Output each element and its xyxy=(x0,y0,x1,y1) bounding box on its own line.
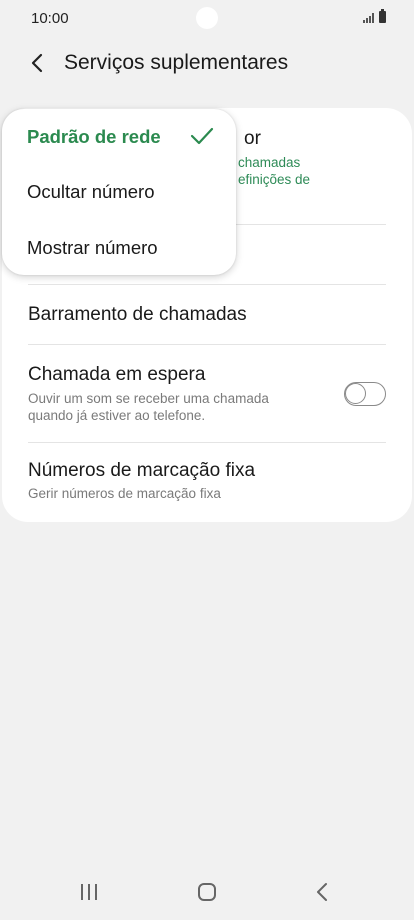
nav-back-icon xyxy=(317,883,327,901)
popup-item-label: Padrão de rede xyxy=(27,126,161,147)
status-icons xyxy=(363,9,386,23)
call-barring-title: Barramento de chamadas xyxy=(28,304,247,325)
call-barring-row[interactable]: Barramento de chamadas xyxy=(28,304,386,326)
popup-item-hide-number[interactable]: Ocultar número xyxy=(27,177,216,207)
check-icon xyxy=(190,127,214,145)
fixed-dialing-title: Números de marcação fixa xyxy=(28,460,256,481)
call-waiting-title: Chamada em espera xyxy=(28,364,206,385)
caller-id-subtitle: chamadas efinições de xyxy=(238,154,378,188)
call-waiting-toggle[interactable] xyxy=(344,382,386,406)
recents-button[interactable] xyxy=(81,884,97,900)
caller-id-subtitle-line-2: efinições de xyxy=(238,172,311,187)
page-title: Serviços suplementares xyxy=(64,51,289,74)
fixed-dialing-row[interactable]: Números de marcação fixa Gerir números d… xyxy=(28,460,386,502)
signal-icon xyxy=(363,13,374,23)
status-time: 10:00 xyxy=(31,10,69,27)
navigation-bar xyxy=(0,864,414,920)
call-waiting-row[interactable]: Chamada em espera Ouvir um som se recebe… xyxy=(28,364,302,424)
camera-cutout xyxy=(196,7,218,29)
divider xyxy=(28,344,386,345)
app-bar: Serviços suplementares xyxy=(0,40,414,88)
popup-item-show-number[interactable]: Mostrar número xyxy=(27,233,216,263)
battery-icon xyxy=(379,9,386,23)
nav-back-button[interactable] xyxy=(316,882,328,907)
status-bar: 10:00 xyxy=(0,0,414,38)
home-button[interactable] xyxy=(198,883,216,901)
chevron-left-icon xyxy=(31,53,43,73)
popup-item-label: Mostrar número xyxy=(27,237,158,258)
popup-item-network-default[interactable]: Padrão de rede xyxy=(27,122,216,152)
caller-id-title: or xyxy=(244,128,261,149)
caller-id-popup-menu: Padrão de rede Ocultar número Mostrar nú… xyxy=(2,109,236,275)
call-waiting-subtitle: Ouvir um som se receber uma chamada quan… xyxy=(28,391,269,423)
toggle-knob xyxy=(345,383,366,404)
popup-item-label: Ocultar número xyxy=(27,181,155,202)
caller-id-subtitle-line-1: chamadas xyxy=(238,155,301,170)
divider xyxy=(28,442,386,443)
divider xyxy=(28,284,386,285)
back-button[interactable] xyxy=(22,48,52,78)
fixed-dialing-subtitle: Gerir números de marcação fixa xyxy=(28,486,221,501)
